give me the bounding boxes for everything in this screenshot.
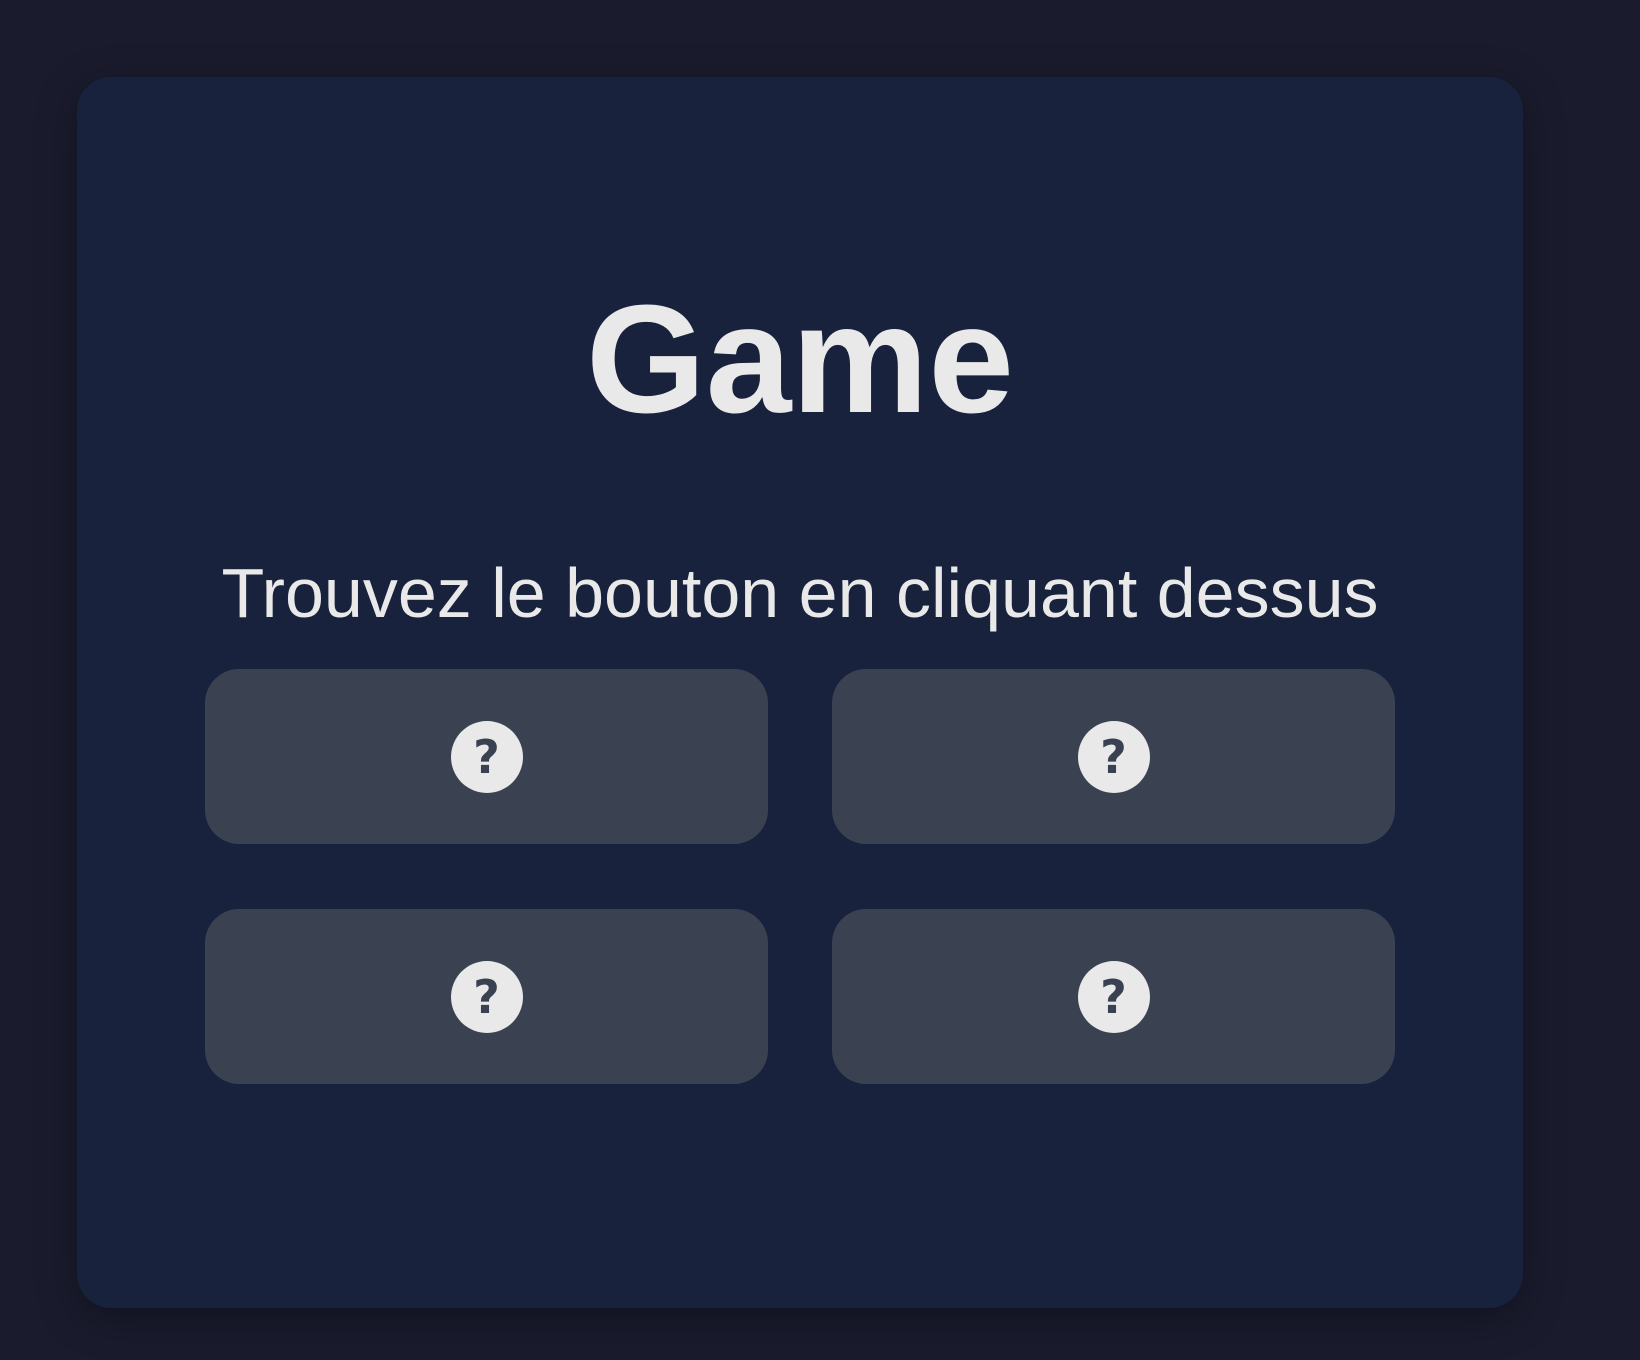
game-card: Game Trouvez le bouton en cliquant dessu… [77,77,1523,1308]
question-icon: ? [450,720,523,793]
mystery-tile-4[interactable]: ? [832,909,1395,1084]
question-icon: ? [1077,720,1150,793]
game-title: Game [585,273,1014,445]
question-icon: ? [1077,960,1150,1033]
game-instruction: Trouvez le bouton en cliquant dessus [221,554,1379,632]
question-icon: ? [450,960,523,1033]
mystery-tile-2[interactable]: ? [832,669,1395,844]
tile-grid: ? ? ? ? [205,669,1395,1084]
mystery-tile-1[interactable]: ? [205,669,768,844]
mystery-tile-3[interactable]: ? [205,909,768,1084]
